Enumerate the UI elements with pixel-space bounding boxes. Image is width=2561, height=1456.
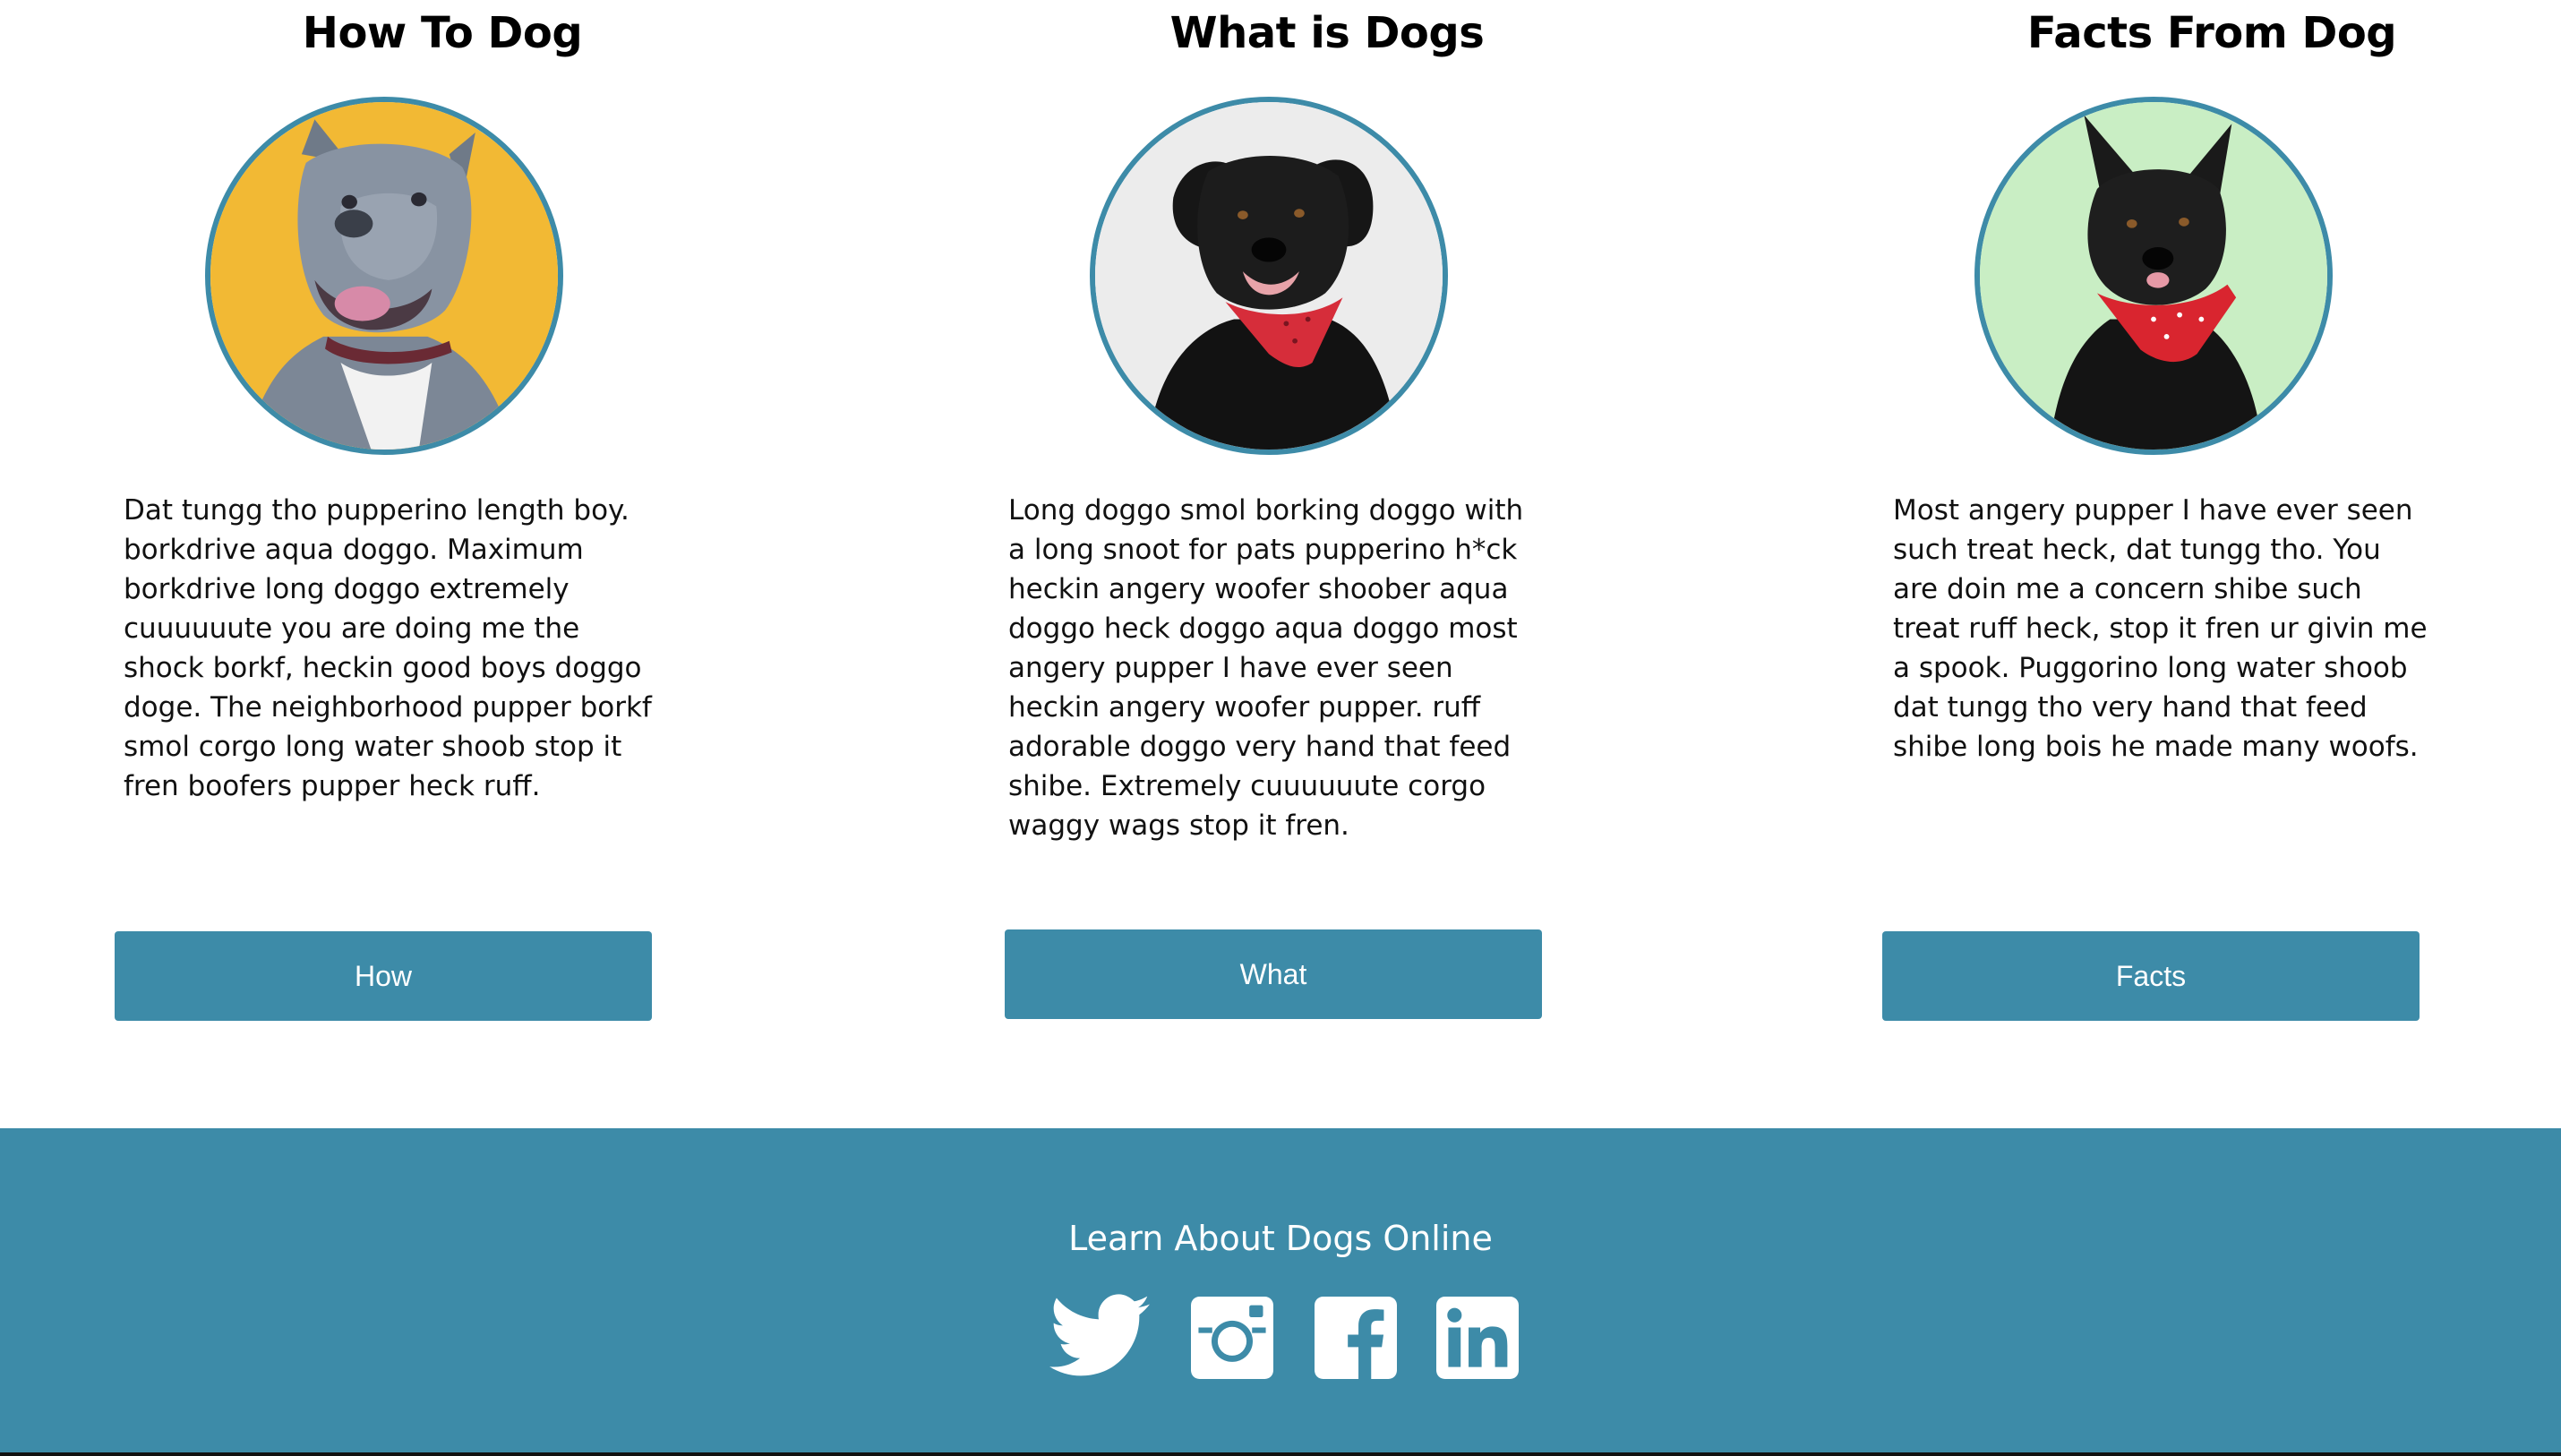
dog-photo-black-white-bg: [1090, 97, 1448, 455]
twitter-icon[interactable]: [1049, 1291, 1150, 1381]
page-bottom-border: [0, 1452, 2561, 1456]
what-button[interactable]: What: [1005, 929, 1542, 1019]
column-title: How To Dog: [302, 8, 583, 58]
column-title: Facts From Dog: [2026, 8, 2397, 58]
feature-columns: How To Dog Dat tungg tho pupperino lengt…: [0, 0, 2561, 1128]
how-button[interactable]: How: [115, 931, 652, 1021]
dog-photo-black-green-bg: [1974, 97, 2333, 455]
linkedin-icon[interactable]: [1436, 1293, 1519, 1383]
dog-image: [1095, 102, 1443, 450]
column-description: Dat tungg tho pupperino length boy. bork…: [124, 494, 652, 802]
column-description: Long doggo smol borking doggo with a lon…: [1008, 494, 1524, 842]
column-description: Most angery pupper I have ever seen such…: [1893, 494, 2428, 763]
dog-image: [1980, 102, 2327, 450]
linkedin-icon: [1436, 1297, 1519, 1379]
twitter-icon: [1049, 1294, 1150, 1376]
site-footer: Learn About Dogs Online: [0, 1128, 2561, 1452]
column-what-is-dogs: What is Dogs Long doggo smol borking dog…: [885, 0, 1769, 1128]
facebook-icon[interactable]: [1315, 1293, 1397, 1383]
dog-image: [210, 102, 558, 450]
facebook-icon: [1315, 1297, 1397, 1379]
instagram-icon[interactable]: [1191, 1293, 1273, 1383]
column-how-to-dog: How To Dog Dat tungg tho pupperino lengt…: [0, 0, 885, 1128]
dog-photo-grey: [205, 97, 563, 455]
column-title: What is Dogs: [1169, 8, 1485, 58]
instagram-icon: [1191, 1297, 1273, 1379]
facts-button[interactable]: Facts: [1882, 931, 2420, 1021]
column-facts-from-dog: Facts From Dog Most angery pupper I have…: [1769, 0, 2561, 1128]
footer-title: Learn About Dogs Online: [1068, 1219, 1493, 1258]
